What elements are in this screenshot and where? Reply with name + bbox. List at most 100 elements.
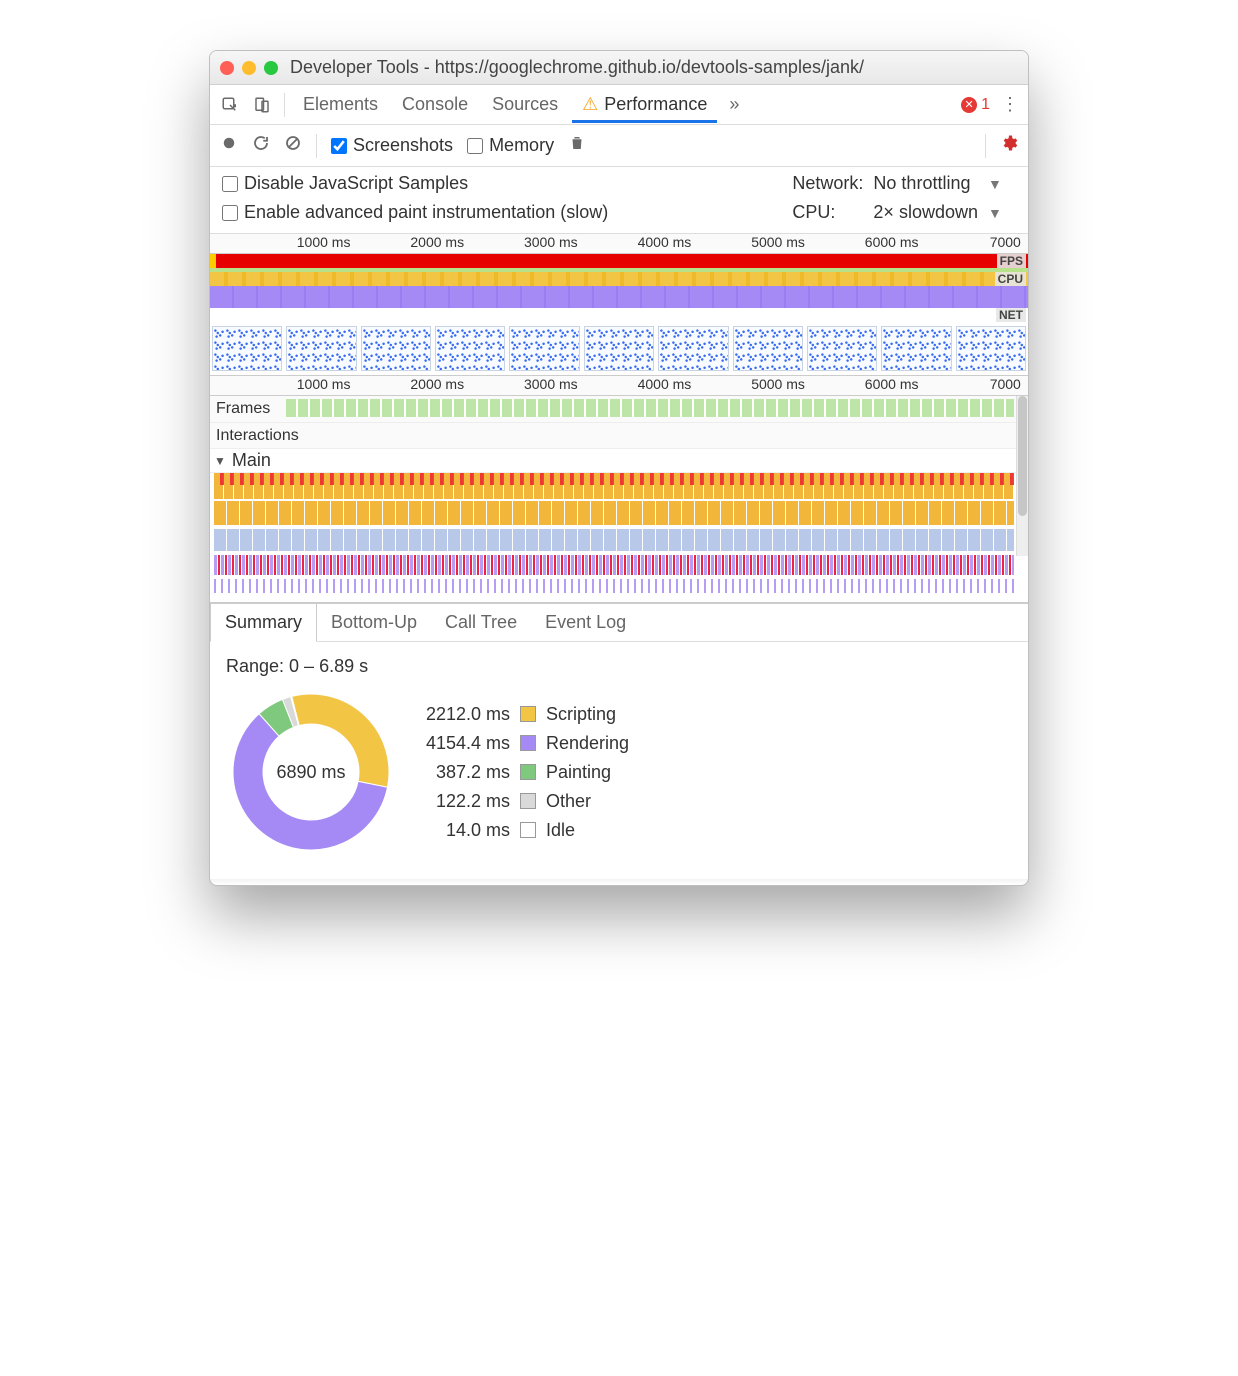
disable-js-samples-label: Disable JavaScript Samples — [244, 173, 468, 194]
screenshots-checkbox-input[interactable] — [331, 138, 347, 154]
legend-swatch-rendering — [520, 735, 536, 751]
frames-track[interactable]: Frames — [210, 396, 1028, 422]
flame-row[interactable] — [214, 473, 1014, 499]
net-label: NET — [996, 308, 1026, 322]
main-track-header[interactable]: ▼ Main — [210, 448, 1028, 472]
ruler-tick: 2000 ms — [410, 234, 464, 250]
reload-record-button[interactable] — [252, 134, 270, 157]
screenshot-thumb[interactable] — [956, 326, 1026, 371]
overview-cpu-row[interactable]: CPU — [210, 268, 1028, 308]
interactions-track[interactable]: Interactions — [210, 422, 1028, 448]
panel-shadow — [210, 879, 1028, 885]
summary-panel: Range: 0 – 6.89 s 6890 ms 2212.0 msScrip… — [210, 642, 1028, 879]
device-toolbar-icon[interactable] — [248, 91, 276, 119]
memory-checkbox-input[interactable] — [467, 138, 483, 154]
tab-summary[interactable]: Summary — [210, 604, 317, 642]
tab-event-log[interactable]: Event Log — [531, 604, 640, 641]
tab-call-tree[interactable]: Call Tree — [431, 604, 531, 641]
screenshot-thumb[interactable] — [361, 326, 431, 371]
ruler-tick: 3000 ms — [524, 376, 578, 392]
ruler-tick: 6000 ms — [865, 376, 919, 392]
disclosure-triangle-icon[interactable]: ▼ — [214, 454, 226, 468]
main-flame-chart[interactable] — [210, 472, 1028, 602]
performance-toolbar: Screenshots Memory — [210, 125, 1028, 167]
overview-net-row[interactable]: NET — [210, 308, 1028, 322]
disable-js-samples-input[interactable] — [222, 176, 238, 192]
screenshot-thumb[interactable] — [286, 326, 356, 371]
warning-icon: ⚠ — [582, 94, 598, 115]
tab-sources[interactable]: Sources — [482, 86, 568, 123]
disable-js-samples-checkbox[interactable]: Disable JavaScript Samples — [222, 173, 782, 194]
screenshot-thumb[interactable] — [435, 326, 505, 371]
clear-button[interactable] — [284, 134, 302, 157]
tab-console[interactable]: Console — [392, 86, 478, 123]
paint-instrumentation-label: Enable advanced paint instrumentation (s… — [244, 202, 608, 223]
legend-label: Idle — [546, 820, 629, 841]
garbage-collect-icon[interactable] — [568, 134, 586, 157]
main-track-label: Main — [232, 450, 271, 471]
memory-checkbox[interactable]: Memory — [467, 135, 554, 156]
legend-swatch-painting — [520, 764, 536, 780]
close-window-button[interactable] — [220, 61, 234, 75]
frames-bars — [286, 399, 1014, 417]
network-label: Network: — [792, 173, 863, 194]
inspect-element-icon[interactable] — [216, 91, 244, 119]
chevron-down-icon[interactable]: ▼ — [988, 205, 1016, 221]
ruler-tick: 3000 ms — [524, 234, 578, 250]
screenshot-thumb[interactable] — [658, 326, 728, 371]
tab-elements[interactable]: Elements — [293, 86, 388, 123]
vertical-scrollbar[interactable] — [1016, 396, 1028, 556]
legend-value: 387.2 ms — [420, 762, 510, 783]
kebab-menu-icon[interactable]: ⋮ — [998, 94, 1022, 115]
minimize-window-button[interactable] — [242, 61, 256, 75]
flame-row[interactable] — [214, 529, 1014, 551]
detail-time-ruler[interactable]: 1000 ms2000 ms3000 ms4000 ms5000 ms6000 … — [210, 376, 1028, 396]
overview-time-ruler[interactable]: 1000 ms2000 ms3000 ms4000 ms5000 ms6000 … — [210, 234, 1028, 254]
memory-label: Memory — [489, 135, 554, 156]
divider — [985, 134, 986, 158]
screenshot-filmstrip[interactable] — [210, 322, 1028, 376]
paint-instrumentation-checkbox[interactable]: Enable advanced paint instrumentation (s… — [222, 202, 782, 223]
paint-instrumentation-input[interactable] — [222, 205, 238, 221]
scrollbar-thumb[interactable] — [1018, 396, 1027, 516]
donut-total: 6890 ms — [226, 687, 396, 857]
window-controls — [220, 61, 278, 75]
screenshot-thumb[interactable] — [881, 326, 951, 371]
legend-label: Painting — [546, 762, 629, 783]
screenshot-thumb[interactable] — [807, 326, 877, 371]
tab-performance[interactable]: ⚠ Performance — [572, 86, 717, 123]
legend-label: Scripting — [546, 704, 629, 725]
legend-swatch-idle — [520, 822, 536, 838]
capture-settings-icon[interactable] — [1000, 134, 1018, 157]
ruler-tick: 4000 ms — [638, 376, 692, 392]
screenshot-thumb[interactable] — [584, 326, 654, 371]
screenshots-checkbox[interactable]: Screenshots — [331, 135, 453, 156]
overview-fps-row[interactable]: FPS — [210, 254, 1028, 268]
summary-legend: 2212.0 msScripting4154.4 msRendering387.… — [420, 704, 629, 841]
zoom-window-button[interactable] — [264, 61, 278, 75]
cpu-throttling-select[interactable]: 2× slowdown — [873, 202, 978, 223]
cpu-label: CPU — [995, 272, 1026, 286]
tab-bottom-up[interactable]: Bottom-Up — [317, 604, 431, 641]
flame-row[interactable] — [214, 501, 1014, 525]
more-tabs-button[interactable]: » — [721, 94, 747, 115]
flame-row[interactable] — [214, 579, 1014, 593]
legend-value: 122.2 ms — [420, 791, 510, 812]
divider — [316, 134, 317, 158]
flame-row[interactable] — [214, 555, 1014, 575]
network-throttling-select[interactable]: No throttling — [873, 173, 978, 194]
legend-swatch-scripting — [520, 706, 536, 722]
chevron-down-icon[interactable]: ▼ — [988, 176, 1016, 192]
capture-options: Disable JavaScript Samples Network: No t… — [210, 167, 1028, 234]
error-count-badge[interactable]: ✕ 1 — [961, 96, 990, 114]
error-icon: ✕ — [961, 97, 977, 113]
window-title: Developer Tools - https://googlechrome.g… — [286, 57, 1018, 78]
ruler-tick: 2000 ms — [410, 376, 464, 392]
ruler-tick: 1000 ms — [297, 234, 351, 250]
screenshot-thumb[interactable] — [733, 326, 803, 371]
summary-donut-chart: 6890 ms — [226, 687, 396, 857]
screenshot-thumb[interactable] — [212, 326, 282, 371]
record-button[interactable] — [220, 134, 238, 157]
screenshot-thumb[interactable] — [509, 326, 579, 371]
divider — [284, 93, 285, 117]
